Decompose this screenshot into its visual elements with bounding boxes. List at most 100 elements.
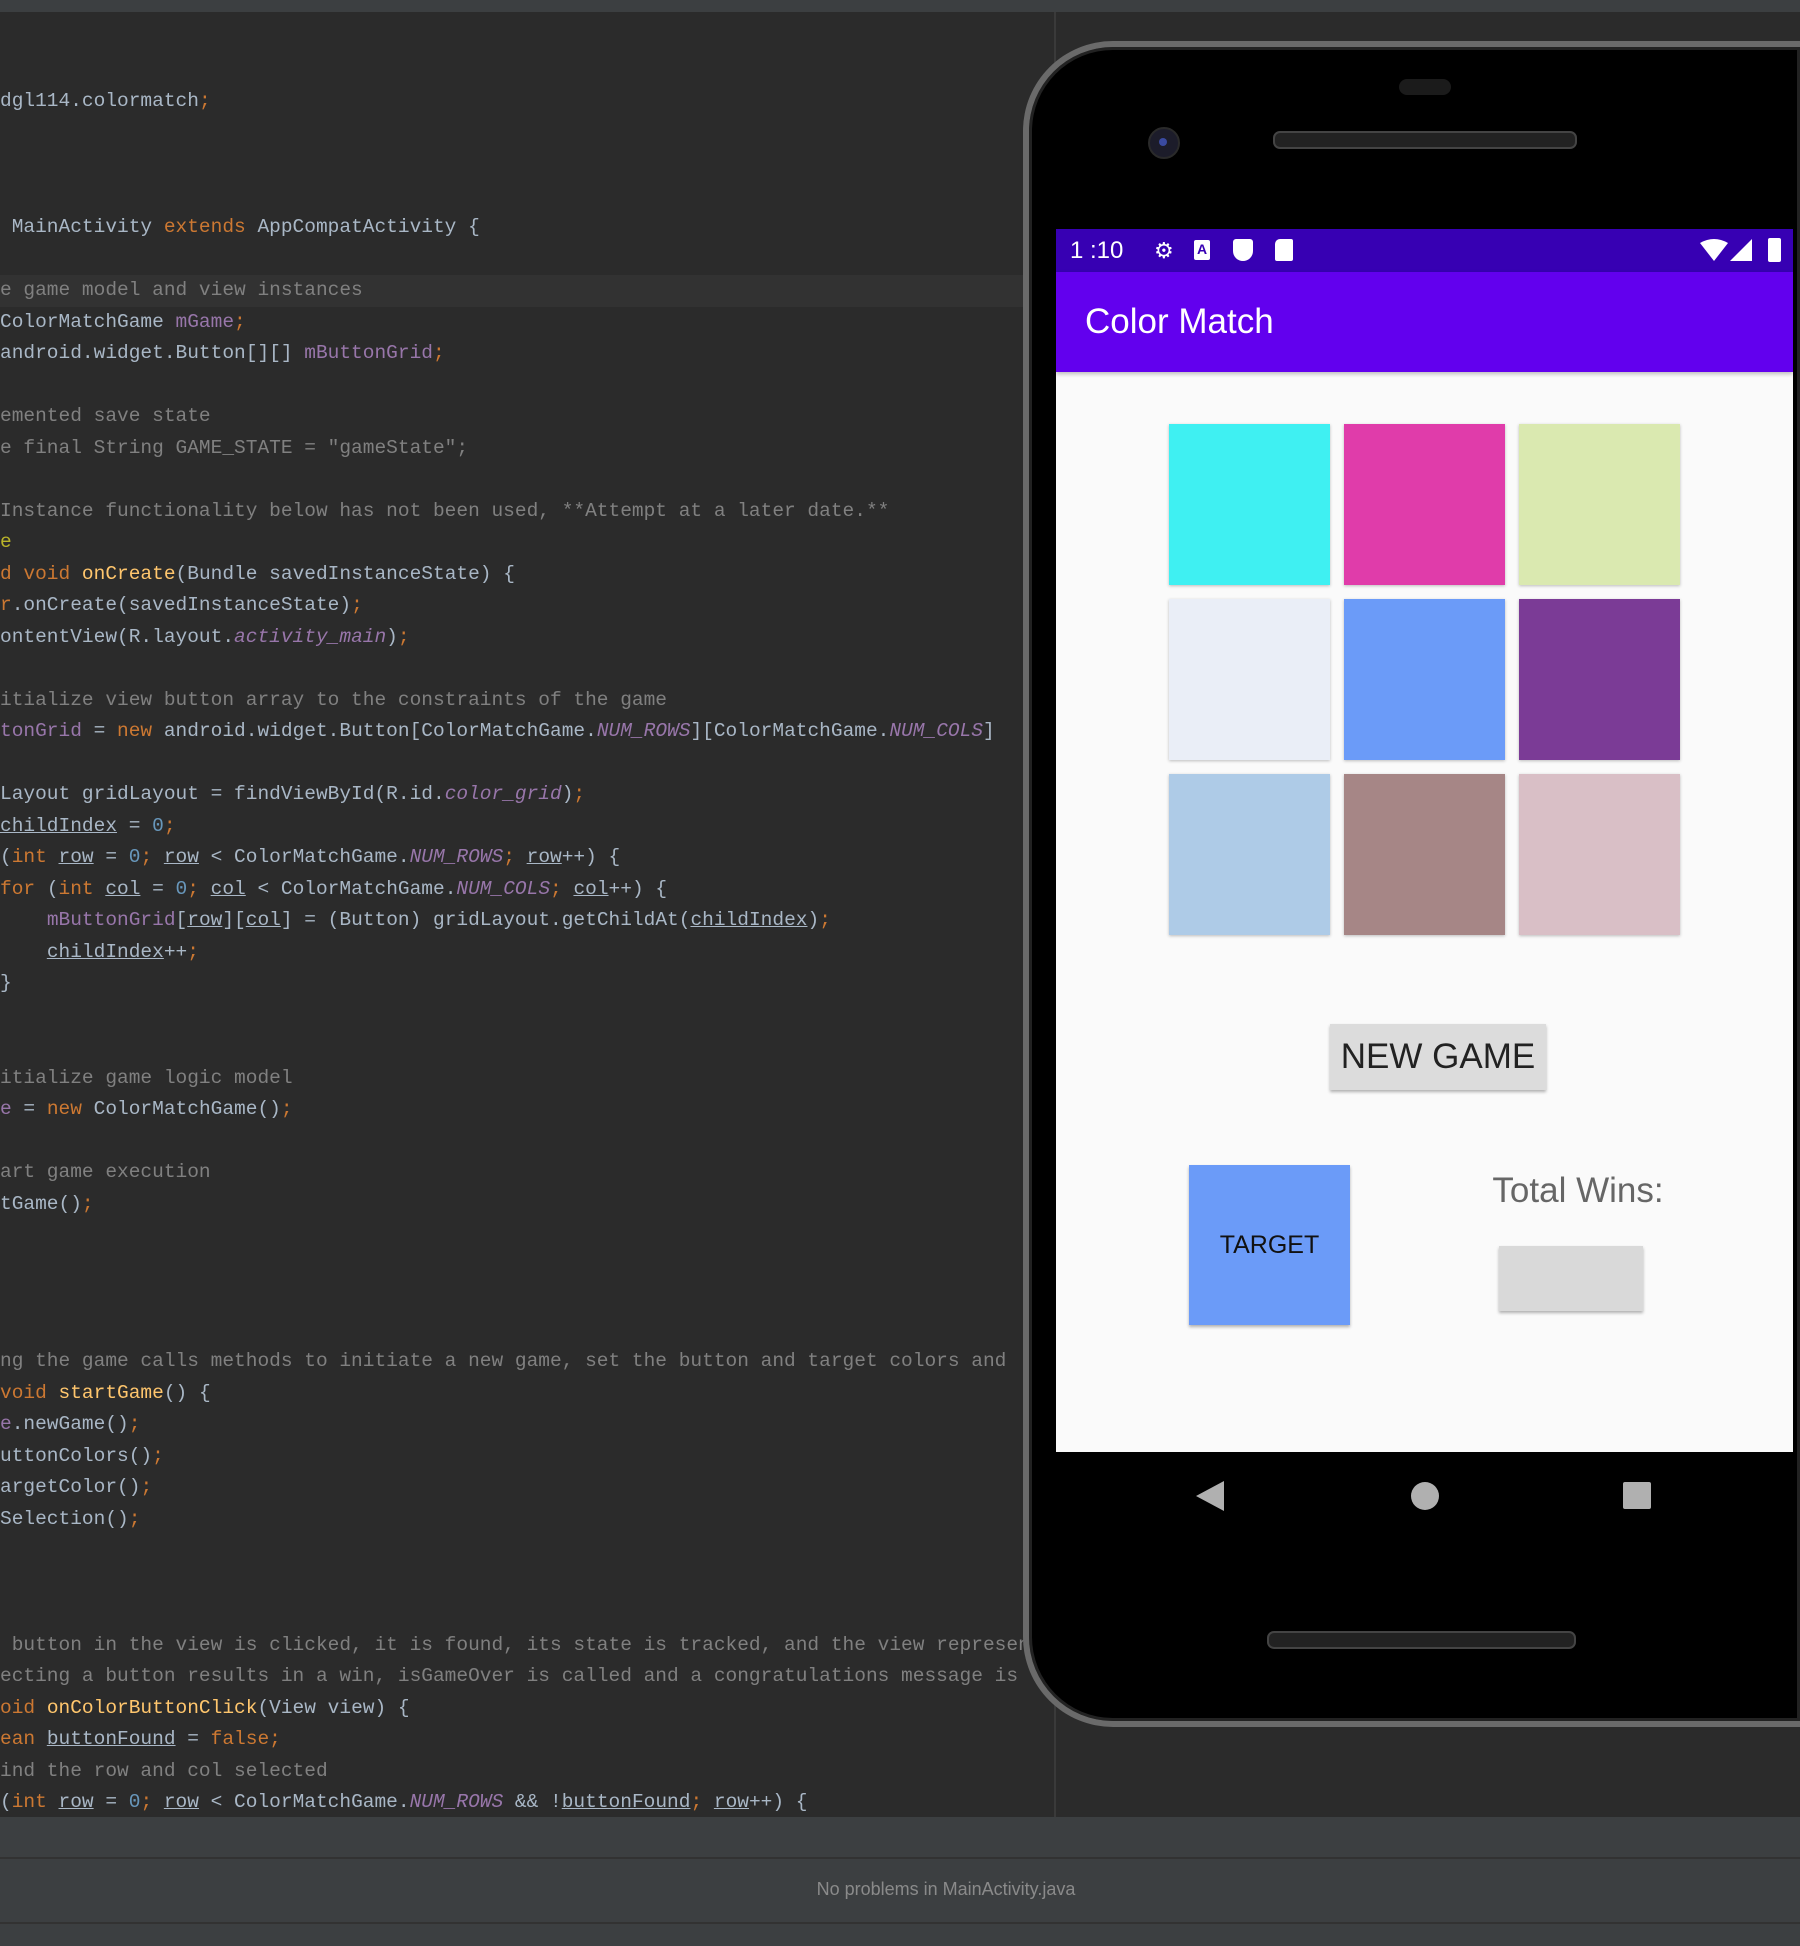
code-token: uttonColors() [0, 1444, 153, 1467]
code-line[interactable]: ColorMatchGame mGame; [0, 307, 1054, 339]
code-line[interactable] [0, 181, 1054, 213]
code-line[interactable]: Layout gridLayout = findViewById(R.id.co… [0, 779, 1054, 811]
code-line[interactable]: MainActivity extends AppCompatActivity { [0, 212, 1054, 244]
code-line[interactable] [0, 1535, 1054, 1567]
color-button[interactable] [1169, 774, 1330, 935]
code-token: (View view) { [257, 1696, 410, 1719]
code-token: tGame() [0, 1192, 82, 1215]
new-game-button[interactable]: NEW GAME [1330, 1024, 1546, 1090]
color-button[interactable] [1344, 599, 1505, 760]
code-token: && ! [503, 1791, 562, 1813]
code-token: ++) { [748, 1791, 808, 1813]
code-line[interactable]: itialize game logic model [0, 1063, 1054, 1095]
color-button[interactable] [1519, 599, 1680, 760]
code-token: = [175, 1728, 211, 1750]
ide-status-bar [0, 1922, 1800, 1946]
code-token: ; [573, 783, 586, 805]
code-line[interactable] [0, 1000, 1054, 1032]
code-line[interactable] [0, 748, 1054, 780]
code-token: childIndex [0, 814, 118, 837]
code-line[interactable] [0, 118, 1054, 150]
code-line[interactable] [0, 653, 1054, 685]
code-line[interactable]: e [0, 527, 1054, 559]
code-line[interactable]: emented save state [0, 401, 1054, 433]
code-line[interactable]: ind the row and col selected [0, 1756, 1054, 1788]
code-line[interactable]: e game model and view instances [0, 275, 1054, 307]
color-button[interactable] [1344, 424, 1505, 585]
code-token: col [245, 909, 281, 931]
code-line[interactable]: Instance functionality below has not bee… [0, 496, 1054, 528]
code-line[interactable]: art game execution [0, 1157, 1054, 1189]
color-button[interactable] [1344, 774, 1505, 935]
code-editor[interactable]: dgl114.colormatch; MainActivity extends … [0, 12, 1054, 1817]
code-line[interactable]: button in the view is clicked, it is fou… [0, 1630, 1054, 1662]
code-line[interactable]: ng the game calls methods to initiate a … [0, 1346, 1054, 1378]
code-line[interactable] [0, 1126, 1054, 1158]
code-line[interactable]: void startGame() { [0, 1378, 1054, 1410]
code-token: extends [163, 216, 246, 238]
code-line[interactable]: e = new ColorMatchGame(); [0, 1094, 1054, 1126]
code-line[interactable]: r.onCreate(savedInstanceState); [0, 590, 1054, 622]
code-line[interactable]: } [0, 968, 1054, 1000]
back-nav-icon[interactable] [1196, 1481, 1224, 1511]
home-nav-icon[interactable] [1411, 1482, 1439, 1510]
code-line[interactable]: oid onColorButtonClick(View view) { [0, 1693, 1054, 1725]
code-token: d void [0, 562, 82, 585]
color-button[interactable] [1519, 774, 1680, 935]
code-token: mGame [175, 310, 235, 333]
code-line[interactable]: (int row = 0; row < ColorMatchGame.NUM_R… [0, 1787, 1054, 1817]
code-lines: dgl114.colormatch; MainActivity extends … [0, 86, 1054, 1817]
code-line[interactable] [0, 149, 1054, 181]
code-token: ][ [222, 909, 246, 931]
code-line[interactable] [0, 464, 1054, 496]
code-line[interactable]: childIndex = 0; [0, 811, 1054, 843]
code-token: = [93, 846, 129, 868]
code-token: ; [690, 1791, 714, 1813]
code-line[interactable] [0, 1283, 1054, 1315]
code-line[interactable]: dgl114.colormatch; [0, 86, 1054, 118]
code-token: argetColor() [0, 1476, 141, 1498]
code-line[interactable]: Selection(); [0, 1504, 1054, 1536]
code-token: [ [175, 909, 188, 931]
recents-nav-icon[interactable] [1623, 1482, 1651, 1509]
code-token: art game execution [0, 1161, 211, 1183]
code-line[interactable]: tonGrid = new android.widget.Button[Colo… [0, 716, 1054, 748]
code-token: mButtonGrid [304, 342, 433, 364]
code-line[interactable]: uttonColors(); [0, 1441, 1054, 1473]
color-button[interactable] [1169, 424, 1330, 585]
code-line[interactable] [0, 370, 1054, 402]
code-line[interactable] [0, 1031, 1054, 1063]
code-line[interactable]: mButtonGrid[row][col] = (Button) gridLay… [0, 905, 1054, 937]
code-line[interactable]: childIndex++; [0, 937, 1054, 969]
code-line[interactable]: argetColor(); [0, 1472, 1054, 1504]
code-line[interactable] [0, 1220, 1054, 1252]
code-line[interactable] [0, 1315, 1054, 1347]
code-line[interactable]: d void onCreate(Bundle savedInstanceStat… [0, 559, 1054, 591]
code-line[interactable]: ecting a button results in a win, isGame… [0, 1661, 1054, 1693]
code-line[interactable]: e.newGame(); [0, 1409, 1054, 1441]
code-token: ; [140, 1791, 164, 1813]
color-button[interactable] [1519, 424, 1680, 585]
code-token: .newGame() [11, 1413, 129, 1435]
code-line[interactable] [0, 1252, 1054, 1284]
code-line[interactable]: ean buttonFound = false; [0, 1724, 1054, 1756]
code-line[interactable]: for (int col = 0; col < ColorMatchGame.N… [0, 874, 1054, 906]
code-line[interactable] [0, 244, 1054, 276]
code-line[interactable]: (int row = 0; row < ColorMatchGame.NUM_R… [0, 842, 1054, 874]
code-token: ; [128, 1413, 141, 1435]
code-token: r [0, 594, 12, 616]
code-line[interactable]: e final String GAME_STATE = "gameState"; [0, 433, 1054, 465]
code-token: ; [397, 625, 410, 648]
target-color-button[interactable]: TARGET [1189, 1165, 1350, 1325]
code-line[interactable]: android.widget.Button[][] mButtonGrid; [0, 338, 1054, 370]
color-button[interactable] [1169, 599, 1330, 760]
code-line[interactable] [0, 1598, 1054, 1630]
code-line[interactable]: ontentView(R.layout.activity_main); [0, 622, 1054, 654]
code-line[interactable] [0, 1567, 1054, 1599]
code-token: 0 [128, 846, 141, 868]
code-token: = [117, 814, 153, 837]
code-line[interactable]: itialize view button array to the constr… [0, 685, 1054, 717]
app-title: Color Match [1085, 302, 1274, 341]
code-line[interactable]: tGame(); [0, 1189, 1054, 1221]
